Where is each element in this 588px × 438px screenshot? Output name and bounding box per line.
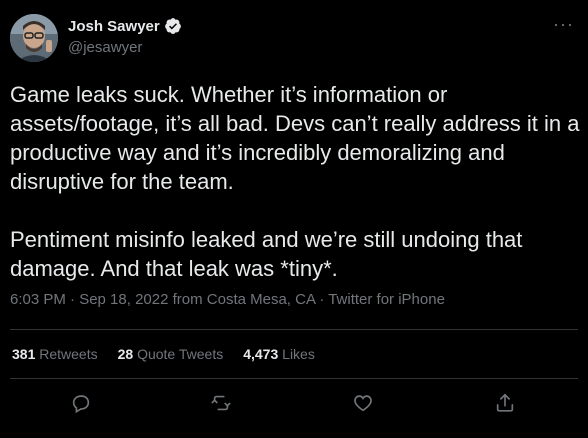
tweet-paragraph: Pentiment misinfo leaked and we’re still… — [10, 227, 523, 281]
retweet-icon[interactable] — [210, 392, 234, 416]
tweet-card: Josh Sawyer @jesawyer ··· Game leaks suc… — [0, 0, 588, 438]
more-icon[interactable]: ··· — [553, 14, 574, 35]
handle[interactable]: @jesawyer — [68, 39, 142, 56]
share-icon[interactable] — [494, 392, 518, 416]
quotes-count: 28 — [117, 346, 134, 362]
tweet-stats: 381 Retweets 28 Quote Tweets 4,473 Likes — [12, 346, 315, 362]
tweet-meta[interactable]: 6:03 PM · Sep 18, 2022 from Costa Mesa, … — [10, 291, 445, 308]
verified-badge-icon — [164, 17, 182, 35]
display-name[interactable]: Josh Sawyer — [68, 18, 160, 35]
like-icon[interactable] — [352, 392, 376, 416]
divider — [10, 378, 578, 379]
quotes-label: Quote Tweets — [137, 346, 224, 362]
likes-stat[interactable]: 4,473 Likes — [243, 346, 315, 362]
avatar[interactable] — [10, 14, 58, 62]
tweet-paragraph: Game leaks suck. Whether it’s informatio… — [10, 82, 580, 194]
reply-icon[interactable] — [70, 392, 94, 416]
likes-label: Likes — [282, 346, 315, 362]
likes-count: 4,473 — [243, 346, 279, 362]
tweet-text: Game leaks suck. Whether it’s informatio… — [10, 80, 580, 283]
retweets-label: Retweets — [39, 346, 98, 362]
retweets-stat[interactable]: 381 Retweets — [12, 346, 98, 362]
divider — [10, 329, 578, 330]
quotes-stat[interactable]: 28 Quote Tweets — [118, 346, 224, 362]
author-name-row[interactable]: Josh Sawyer — [68, 17, 182, 35]
retweets-count: 381 — [12, 346, 36, 362]
tweet-actions — [0, 392, 588, 416]
